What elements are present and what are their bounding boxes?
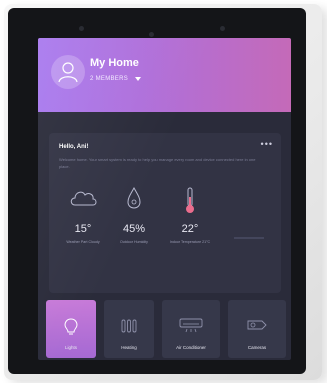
home-header: My Home 2 MEMBERS bbox=[38, 38, 291, 112]
weather-value: 15° bbox=[74, 223, 92, 235]
temperature-value: 22° bbox=[181, 223, 199, 235]
humidity-value: 45% bbox=[122, 223, 146, 235]
cloud-icon bbox=[70, 191, 97, 206]
humidity-label: Outdoor Humidity bbox=[120, 240, 148, 244]
temperature-stat: 22° Indoor Temperature 21°C bbox=[162, 185, 218, 263]
humidity-drop-icon bbox=[127, 186, 141, 209]
radiator-icon bbox=[121, 319, 137, 333]
thermometer-icon bbox=[186, 187, 194, 213]
tile-label: Heating bbox=[121, 345, 137, 350]
more-options-icon[interactable]: ••• bbox=[261, 139, 273, 149]
air-conditioner-icon bbox=[179, 318, 203, 333]
lightbulb-icon bbox=[64, 318, 78, 335]
greeting-text: Hello, Ani! bbox=[59, 144, 89, 150]
tile-label: Lights bbox=[64, 345, 77, 350]
members-selector[interactable]: 2 MEMBERS bbox=[90, 75, 142, 83]
tile-air-conditioner[interactable]: Air Conditioner bbox=[162, 300, 220, 358]
humidity-stat: 45% Outdoor Humidity bbox=[106, 185, 162, 263]
welcome-card: Hello, Ani! ••• Welcome home. Your smart… bbox=[49, 133, 281, 293]
camera-lens-icon bbox=[149, 32, 154, 37]
weather-stat: 15° Weather Part Cloudy bbox=[55, 185, 111, 263]
chevron-down-icon bbox=[135, 77, 142, 81]
temperature-label: Indoor Temperature 21°C bbox=[169, 240, 211, 244]
card-divider bbox=[234, 237, 264, 239]
weather-label: Weather Part Cloudy bbox=[66, 240, 100, 244]
camera-icon bbox=[247, 320, 267, 330]
device-bezel: My Home 2 MEMBERS Hello, Ani! ••• Welcom… bbox=[8, 8, 306, 374]
smart-display-device: My Home 2 MEMBERS Hello, Ani! ••• Welcom… bbox=[4, 4, 322, 380]
user-icon bbox=[58, 62, 78, 83]
device-tiles: Lights Heating Air Conditioner Cameras bbox=[46, 300, 291, 360]
tile-heating[interactable]: Heating bbox=[104, 300, 154, 358]
members-count: 2 MEMBERS bbox=[90, 76, 129, 82]
tile-lights[interactable]: Lights bbox=[46, 300, 96, 358]
welcome-description: Welcome home. Your smart system is ready… bbox=[59, 157, 256, 169]
sensor-dot-icon bbox=[220, 26, 225, 31]
tile-label: Cameras bbox=[247, 345, 267, 350]
home-title: My Home bbox=[90, 57, 139, 69]
touch-screen: My Home 2 MEMBERS Hello, Ani! ••• Welcom… bbox=[38, 38, 291, 360]
sensor-dot-icon bbox=[79, 26, 84, 31]
tile-label: Air Conditioner bbox=[176, 345, 206, 350]
home-avatar[interactable] bbox=[51, 55, 85, 89]
tile-cameras[interactable]: Cameras bbox=[228, 300, 286, 358]
